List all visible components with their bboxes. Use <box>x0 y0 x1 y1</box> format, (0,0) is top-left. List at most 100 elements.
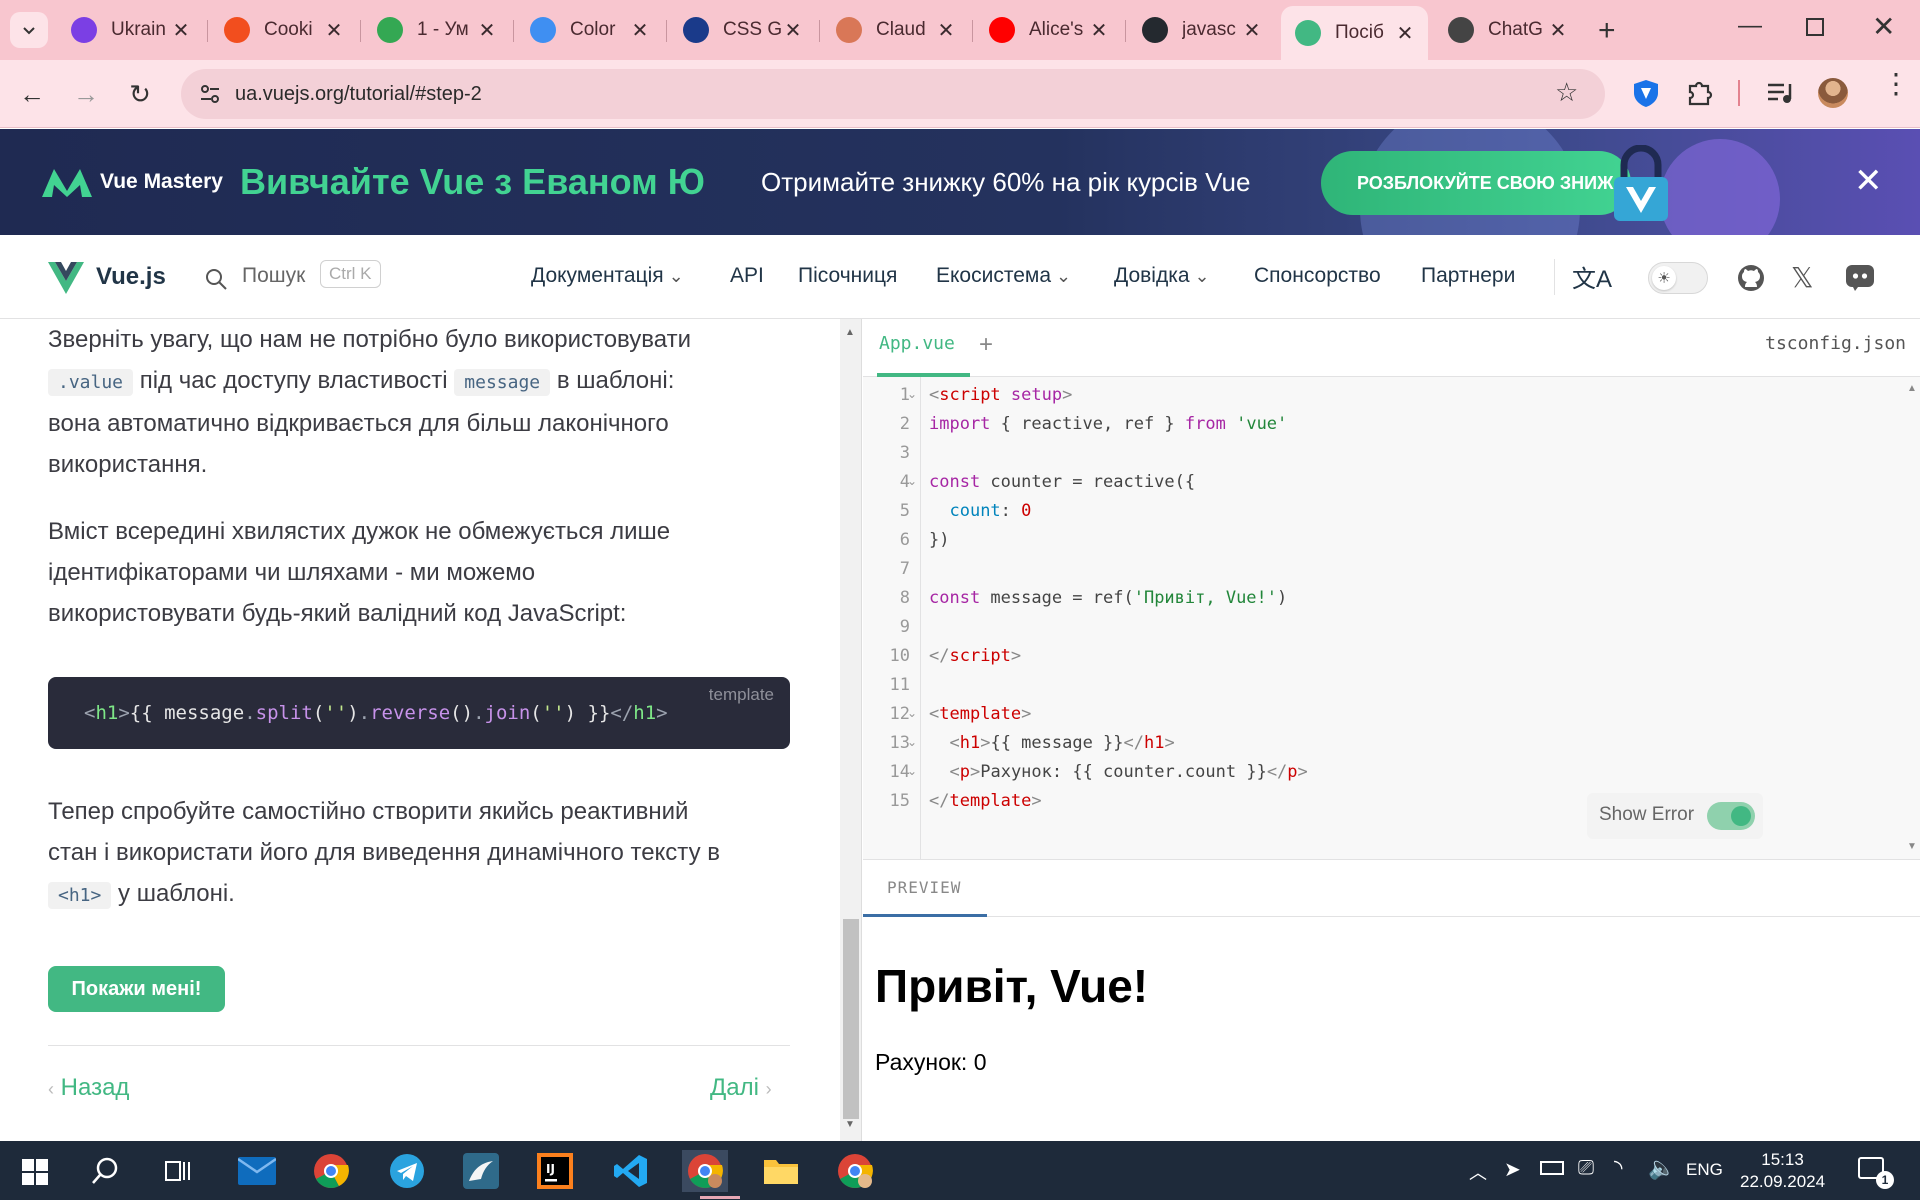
banner-cta-button[interactable]: РОЗБЛОКУЙТЕ СВОЮ ЗНИЖ <box>1321 151 1631 215</box>
vue-logo-icon[interactable] <box>48 262 84 294</box>
vscode-app-icon[interactable] <box>610 1150 652 1192</box>
telegram-app-icon[interactable] <box>386 1150 428 1192</box>
back-button[interactable]: ← <box>14 76 50 112</box>
site-navbar: Vue.js Пошук Ctrl K Документація ⌄ API Піс… <box>0 235 1920 319</box>
chrome-active-window-icon[interactable] <box>682 1150 728 1192</box>
extensions-puzzle-icon[interactable] <box>1686 78 1714 108</box>
chrome-profile-icon[interactable] <box>834 1150 876 1192</box>
mysql-workbench-icon[interactable] <box>460 1150 502 1192</box>
nav-link[interactable]: Партнери <box>1421 264 1515 288</box>
reload-button[interactable]: ↻ <box>122 76 158 112</box>
code-line: <h1>{{ message }}</h1> <box>949 733 1175 753</box>
left-pane-scrollbar[interactable]: ▲ ▼ <box>840 319 862 1141</box>
preview-tab[interactable]: PREVIEW <box>887 878 961 897</box>
media-control-icon[interactable] <box>1766 80 1794 106</box>
nav-link[interactable]: Довідка ⌄ <box>1114 264 1210 288</box>
theme-toggle[interactable]: ☀ <box>1648 262 1708 294</box>
browser-tab[interactable]: Color ✕ <box>516 9 663 51</box>
nav-link[interactable]: API <box>730 264 764 288</box>
tab-close-icon[interactable]: ✕ <box>782 18 804 43</box>
site-brand[interactable]: Vue.js <box>96 263 166 291</box>
tab-close-icon[interactable]: ✕ <box>1088 18 1110 43</box>
tab-app-vue[interactable]: App.vue <box>879 333 955 354</box>
next-link[interactable]: Далі › <box>710 1074 772 1102</box>
tab-title: Ukrain <box>111 19 166 40</box>
tab-close-icon[interactable]: ✕ <box>323 18 345 43</box>
translate-icon[interactable]: 文A <box>1572 259 1612 294</box>
x-twitter-icon[interactable]: 𝕏 <box>1791 261 1814 294</box>
restore-button[interactable] <box>1806 18 1824 36</box>
new-tab-button[interactable]: + <box>1598 14 1616 48</box>
banner-headline: Вивчайте Vue з Еваном Ю <box>240 161 705 202</box>
url-text[interactable]: ua.vuejs.org/tutorial/#step-2 <box>235 69 482 119</box>
scroll-down-arrow[interactable]: ▼ <box>845 1119 855 1130</box>
browser-tab[interactable]: Alice's ✕ <box>975 9 1122 51</box>
tab-close-icon[interactable]: ✕ <box>1394 21 1416 46</box>
mail-app-icon[interactable] <box>236 1150 278 1192</box>
file-explorer-icon[interactable] <box>760 1150 802 1192</box>
volume-icon[interactable]: 🔈 <box>1648 1155 1675 1181</box>
p3-line-c: <h1> у шаблоні. <box>48 873 788 916</box>
bookmark-star-icon[interactable]: ☆ <box>1555 77 1578 108</box>
browser-tab[interactable]: javasc ✕ <box>1128 9 1275 51</box>
nav-link[interactable]: Пісочниця <box>798 264 897 288</box>
menu-kebab-icon[interactable]: ⋮ <box>1882 70 1910 98</box>
scroll-down-arrow[interactable]: ▼ <box>1907 841 1917 852</box>
search-label[interactable]: Пошук <box>242 264 305 288</box>
browser-tab[interactable]: ChatG ✕ <box>1434 9 1581 51</box>
task-view-icon[interactable] <box>164 1158 192 1184</box>
vue-mastery-logo[interactable]: Vue Mastery <box>40 165 223 199</box>
code-line: </template> <box>929 791 1042 811</box>
tab-close-icon[interactable]: ✕ <box>935 18 957 43</box>
network-device-icon[interactable]: ⎚ <box>1578 1157 1594 1180</box>
battery-icon[interactable] <box>1540 1161 1564 1175</box>
browser-tab[interactable]: Посіб ✕ <box>1281 6 1428 60</box>
chevron-left-icon: ‹ <box>48 1079 54 1099</box>
browser-tab[interactable]: Claud ✕ <box>822 9 969 51</box>
svg-text:IJ: IJ <box>546 1162 555 1176</box>
banner-close-button[interactable]: ✕ <box>1854 161 1883 201</box>
nav-link[interactable]: Екосистема ⌄ <box>936 264 1071 288</box>
windows-start-icon[interactable] <box>22 1159 48 1185</box>
tab-close-icon[interactable]: ✕ <box>1547 18 1569 43</box>
tab-tsconfig[interactable]: tsconfig.json <box>1765 333 1906 354</box>
tab-close-icon[interactable]: ✕ <box>170 18 192 43</box>
tab-close-icon[interactable]: ✕ <box>476 18 498 43</box>
scrollbar-thumb[interactable] <box>843 919 859 1119</box>
tab-close-icon[interactable]: ✕ <box>1241 18 1263 43</box>
prev-link[interactable]: ‹ Назад <box>48 1074 129 1102</box>
tab-search-button[interactable] <box>10 12 48 48</box>
tray-chevron-up-icon[interactable]: ︿ <box>1469 1159 1487 1185</box>
show-error-toggle[interactable] <box>1707 802 1755 830</box>
forward-button[interactable]: → <box>68 76 104 112</box>
nav-link[interactable]: Документація ⌄ <box>531 264 684 288</box>
omnibox[interactable]: ua.vuejs.org/tutorial/#step-2 ☆ <box>181 69 1605 119</box>
wifi-icon[interactable]: ◝ <box>1614 1155 1623 1181</box>
nav-link[interactable]: Спонсорство <box>1254 264 1381 288</box>
browser-tab[interactable]: Cooki ✕ <box>210 9 357 51</box>
site-info-icon[interactable] <box>199 84 221 104</box>
chrome-app-icon[interactable] <box>310 1150 352 1192</box>
system-clock[interactable]: 15:13 22.09.2024 <box>1740 1149 1825 1193</box>
minimize-button[interactable]: — <box>1738 12 1762 40</box>
github-icon[interactable] <box>1736 263 1766 293</box>
browser-tab[interactable]: 1 - Ум ✕ <box>363 9 510 51</box>
profile-avatar[interactable] <box>1818 78 1848 108</box>
tab-close-icon[interactable]: ✕ <box>629 18 651 43</box>
shield-extension-icon[interactable] <box>1632 78 1660 108</box>
discord-icon[interactable] <box>1845 264 1875 292</box>
telegram-tray-icon[interactable]: ➤ <box>1504 1157 1521 1182</box>
browser-tab[interactable]: Ukrain ✕ <box>57 9 204 51</box>
editor-scrollbar[interactable]: ▲ ▼ <box>1903 377 1920 859</box>
input-language[interactable]: ENG <box>1686 1160 1723 1180</box>
code-area[interactable]: <script setup> import { reactive, ref } … <box>863 377 1903 859</box>
search-icon[interactable] <box>204 267 228 291</box>
jetbrains-app-icon[interactable]: IJ <box>534 1150 576 1192</box>
show-me-button[interactable]: Покажи мені! <box>48 966 225 1012</box>
close-window-button[interactable]: ✕ <box>1872 10 1895 43</box>
search-icon[interactable] <box>90 1156 120 1186</box>
add-file-button[interactable]: + <box>979 331 993 359</box>
scroll-up-arrow[interactable]: ▲ <box>845 327 855 338</box>
scroll-up-arrow[interactable]: ▲ <box>1907 383 1917 394</box>
browser-tab[interactable]: CSS G ✕ <box>669 9 816 51</box>
